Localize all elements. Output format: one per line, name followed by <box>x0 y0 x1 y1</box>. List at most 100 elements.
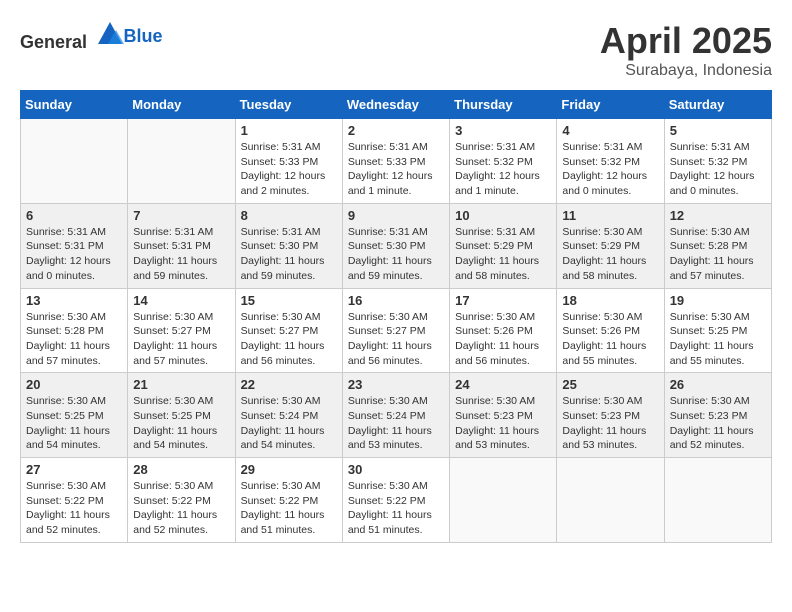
calendar-week-4: 20Sunrise: 5:30 AM Sunset: 5:25 PM Dayli… <box>21 373 772 458</box>
header-row: SundayMondayTuesdayWednesdayThursdayFrid… <box>21 91 772 119</box>
day-number: 3 <box>455 123 551 138</box>
calendar-cell: 4Sunrise: 5:31 AM Sunset: 5:32 PM Daylig… <box>557 119 664 204</box>
calendar-cell: 7 Sunrise: 5:31 AM Sunset: 5:31 PM Daylig… <box>128 203 235 288</box>
day-header-wednesday: Wednesday <box>342 91 449 119</box>
logo-icon <box>96 20 124 48</box>
calendar-cell: 12 Sunrise: 5:30 AM Sunset: 5:28 PM Dayli… <box>664 203 771 288</box>
day-number: 23 <box>348 377 444 392</box>
day-header-friday: Friday <box>557 91 664 119</box>
day-info: Sunrise: 5:30 AM Sunset: 5:25 PM Dayligh… <box>26 394 122 453</box>
calendar-cell: 5 Sunrise: 5:31 AM Sunset: 5:32 PM Daylig… <box>664 119 771 204</box>
day-info: Sunrise: 5:30 AM Sunset: 5:22 PM Dayligh… <box>348 479 444 538</box>
day-info: Sunrise: 5:30 AM Sunset: 5:24 PM Dayligh… <box>348 394 444 453</box>
day-number: 7 <box>133 208 229 223</box>
day-number: 30 <box>348 462 444 477</box>
day-info: Sunrise: 5:31 AM Sunset: 5:31 PM Dayligh… <box>26 225 122 284</box>
day-info: Sunrise: 5:31 AM Sunset: 5:33 PM Dayligh… <box>241 140 337 199</box>
calendar-week-2: 6 Sunrise: 5:31 AM Sunset: 5:31 PM Daylig… <box>21 203 772 288</box>
day-number: 5 <box>670 123 766 138</box>
calendar-cell: 15 Sunrise: 5:30 AM Sunset: 5:27 PM Dayli… <box>235 288 342 373</box>
day-number: 10 <box>455 208 551 223</box>
logo-blue: Blue <box>124 26 163 46</box>
day-info: Sunrise: 5:30 AM Sunset: 5:22 PM Dayligh… <box>241 479 337 538</box>
calendar-cell: 13 Sunrise: 5:30 AM Sunset: 5:28 PM Dayli… <box>21 288 128 373</box>
day-info: Sunrise: 5:30 AM Sunset: 5:22 PM Dayligh… <box>26 479 122 538</box>
calendar-cell <box>450 458 557 543</box>
day-number: 13 <box>26 293 122 308</box>
day-info: Sunrise: 5:31 AM Sunset: 5:33 PM Dayligh… <box>348 140 444 199</box>
day-header-sunday: Sunday <box>21 91 128 119</box>
day-number: 6 <box>26 208 122 223</box>
month-title: April 2025 <box>600 20 772 62</box>
day-header-tuesday: Tuesday <box>235 91 342 119</box>
day-info: Sunrise: 5:30 AM Sunset: 5:29 PM Dayligh… <box>562 225 658 284</box>
day-info: Sunrise: 5:31 AM Sunset: 5:32 PM Dayligh… <box>670 140 766 199</box>
day-info: Sunrise: 5:30 AM Sunset: 5:28 PM Dayligh… <box>670 225 766 284</box>
calendar-cell: 26 Sunrise: 5:30 AM Sunset: 5:23 PM Dayli… <box>664 373 771 458</box>
title-area: April 2025 Surabaya, Indonesia <box>600 20 772 80</box>
day-number: 22 <box>241 377 337 392</box>
day-info: Sunrise: 5:30 AM Sunset: 5:26 PM Dayligh… <box>455 310 551 369</box>
calendar-week-1: 1 Sunrise: 5:31 AM Sunset: 5:33 PM Daylig… <box>21 119 772 204</box>
calendar-cell: 21Sunrise: 5:30 AM Sunset: 5:25 PM Dayli… <box>128 373 235 458</box>
calendar-cell: 28Sunrise: 5:30 AM Sunset: 5:22 PM Dayli… <box>128 458 235 543</box>
day-number: 14 <box>133 293 229 308</box>
calendar-cell: 9 Sunrise: 5:31 AM Sunset: 5:30 PM Daylig… <box>342 203 449 288</box>
calendar-cell <box>128 119 235 204</box>
calendar-cell <box>557 458 664 543</box>
calendar-table: SundayMondayTuesdayWednesdayThursdayFrid… <box>20 90 772 543</box>
day-header-thursday: Thursday <box>450 91 557 119</box>
day-number: 1 <box>241 123 337 138</box>
day-info: Sunrise: 5:31 AM Sunset: 5:30 PM Dayligh… <box>241 225 337 284</box>
calendar-cell: 14 Sunrise: 5:30 AM Sunset: 5:27 PM Dayli… <box>128 288 235 373</box>
calendar-cell: 8 Sunrise: 5:31 AM Sunset: 5:30 PM Daylig… <box>235 203 342 288</box>
calendar-cell: 6 Sunrise: 5:31 AM Sunset: 5:31 PM Daylig… <box>21 203 128 288</box>
day-number: 24 <box>455 377 551 392</box>
day-info: Sunrise: 5:30 AM Sunset: 5:27 PM Dayligh… <box>133 310 229 369</box>
day-number: 27 <box>26 462 122 477</box>
calendar-cell: 2 Sunrise: 5:31 AM Sunset: 5:33 PM Daylig… <box>342 119 449 204</box>
calendar-cell: 18 Sunrise: 5:30 AM Sunset: 5:26 PM Dayli… <box>557 288 664 373</box>
calendar-cell: 30 Sunrise: 5:30 AM Sunset: 5:22 PM Dayli… <box>342 458 449 543</box>
day-number: 4 <box>562 123 658 138</box>
day-number: 8 <box>241 208 337 223</box>
location-subtitle: Surabaya, Indonesia <box>600 62 772 80</box>
logo: General Blue <box>20 20 163 53</box>
calendar-cell: 27 Sunrise: 5:30 AM Sunset: 5:22 PM Dayli… <box>21 458 128 543</box>
calendar-cell: 20Sunrise: 5:30 AM Sunset: 5:25 PM Dayli… <box>21 373 128 458</box>
calendar-cell: 19Sunrise: 5:30 AM Sunset: 5:25 PM Dayli… <box>664 288 771 373</box>
day-number: 12 <box>670 208 766 223</box>
calendar-cell: 11 Sunrise: 5:30 AM Sunset: 5:29 PM Dayli… <box>557 203 664 288</box>
day-info: Sunrise: 5:30 AM Sunset: 5:23 PM Dayligh… <box>562 394 658 453</box>
day-info: Sunrise: 5:30 AM Sunset: 5:23 PM Dayligh… <box>455 394 551 453</box>
day-number: 9 <box>348 208 444 223</box>
calendar-week-3: 13 Sunrise: 5:30 AM Sunset: 5:28 PM Dayli… <box>21 288 772 373</box>
day-number: 21 <box>133 377 229 392</box>
day-number: 25 <box>562 377 658 392</box>
day-number: 17 <box>455 293 551 308</box>
day-number: 26 <box>670 377 766 392</box>
calendar-cell: 22 Sunrise: 5:30 AM Sunset: 5:24 PM Dayli… <box>235 373 342 458</box>
day-info: Sunrise: 5:30 AM Sunset: 5:24 PM Dayligh… <box>241 394 337 453</box>
day-info: Sunrise: 5:30 AM Sunset: 5:23 PM Dayligh… <box>670 394 766 453</box>
calendar-cell: 16Sunrise: 5:30 AM Sunset: 5:27 PM Dayli… <box>342 288 449 373</box>
day-info: Sunrise: 5:30 AM Sunset: 5:26 PM Dayligh… <box>562 310 658 369</box>
day-number: 2 <box>348 123 444 138</box>
day-number: 29 <box>241 462 337 477</box>
calendar-cell: 17 Sunrise: 5:30 AM Sunset: 5:26 PM Dayli… <box>450 288 557 373</box>
calendar-cell: 24 Sunrise: 5:30 AM Sunset: 5:23 PM Dayli… <box>450 373 557 458</box>
day-info: Sunrise: 5:31 AM Sunset: 5:30 PM Dayligh… <box>348 225 444 284</box>
day-info: Sunrise: 5:30 AM Sunset: 5:27 PM Dayligh… <box>241 310 337 369</box>
day-number: 11 <box>562 208 658 223</box>
calendar-cell: 23 Sunrise: 5:30 AM Sunset: 5:24 PM Dayli… <box>342 373 449 458</box>
day-number: 28 <box>133 462 229 477</box>
day-number: 19 <box>670 293 766 308</box>
day-info: Sunrise: 5:31 AM Sunset: 5:29 PM Dayligh… <box>455 225 551 284</box>
day-info: Sunrise: 5:31 AM Sunset: 5:31 PM Dayligh… <box>133 225 229 284</box>
calendar-cell: 3Sunrise: 5:31 AM Sunset: 5:32 PM Daylig… <box>450 119 557 204</box>
day-number: 18 <box>562 293 658 308</box>
day-info: Sunrise: 5:30 AM Sunset: 5:28 PM Dayligh… <box>26 310 122 369</box>
day-number: 15 <box>241 293 337 308</box>
calendar-cell: 25 Sunrise: 5:30 AM Sunset: 5:23 PM Dayli… <box>557 373 664 458</box>
header: General Blue April 2025 Surabaya, Indone… <box>20 20 772 80</box>
